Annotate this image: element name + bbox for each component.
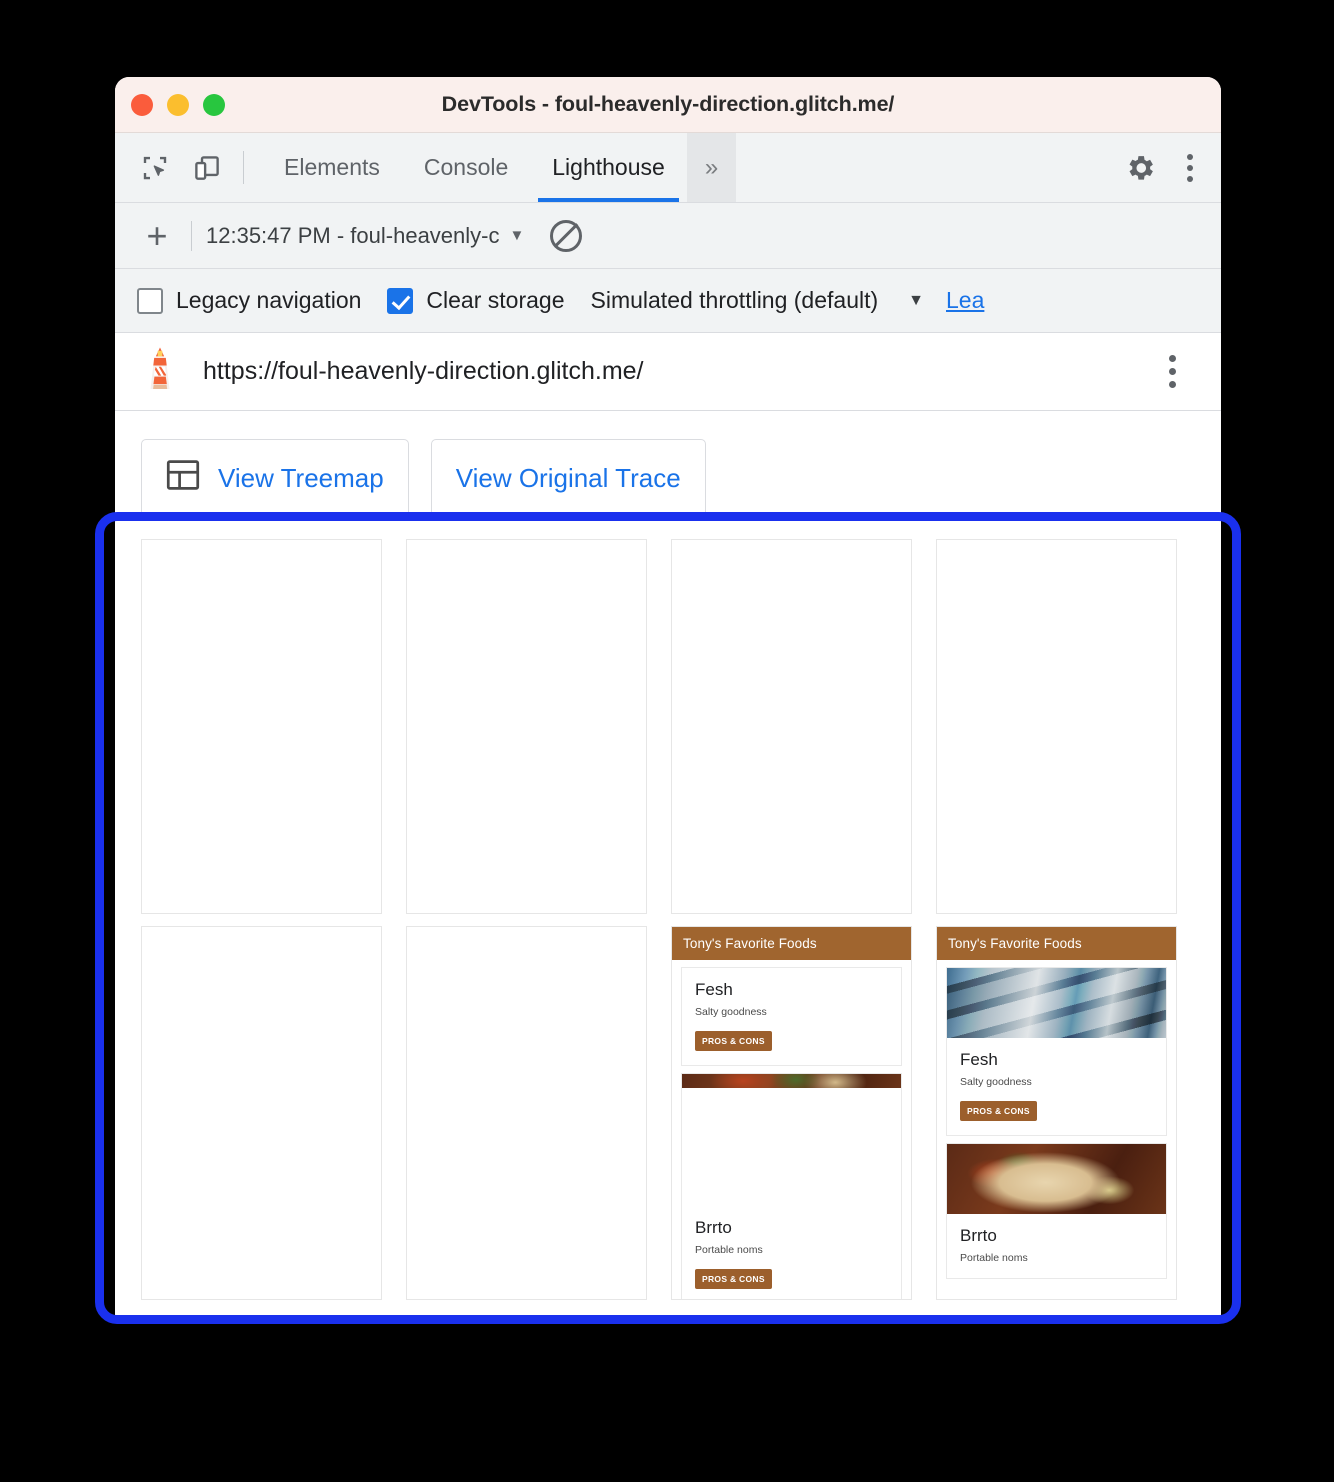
- filmstrip-thumbnail[interactable]: [671, 539, 912, 914]
- legacy-navigation-option[interactable]: Legacy navigation: [137, 287, 361, 314]
- burrito-photo: [947, 1144, 1166, 1214]
- view-original-trace-label: View Original Trace: [455, 462, 681, 493]
- inspect-element-icon[interactable]: [129, 133, 181, 202]
- mini-card: Brrto Portable noms: [946, 1143, 1167, 1279]
- new-report-button[interactable]: +: [137, 217, 177, 254]
- lighthouse-options-row: Legacy navigation Clear storage Simulate…: [115, 269, 1221, 333]
- filmstrip-thumbnail-grid: Tony's Favorite Foods Fesh Salty goodnes…: [115, 517, 1221, 1300]
- kebab-menu-icon[interactable]: [1167, 153, 1213, 182]
- clear-storage-label: Clear storage: [426, 287, 565, 313]
- throttling-label: Simulated throttling (default): [590, 287, 879, 313]
- window-title-bar: DevTools - foul-heavenly-direction.glitc…: [115, 77, 1221, 133]
- mini-card-body: Fesh Salty goodness PROS & CONS: [947, 1038, 1166, 1135]
- devtools-main-toolbar: Elements Console Lighthouse »: [115, 133, 1221, 203]
- report-url: https://foul-heavenly-direction.glitch.m…: [203, 357, 644, 385]
- mini-card-title: Fesh: [960, 1050, 998, 1069]
- mini-page: Tony's Favorite Foods Fesh Salty goodnes…: [937, 927, 1176, 1299]
- maximize-window-button[interactable]: [203, 93, 225, 116]
- filmstrip-thumbnail[interactable]: [141, 539, 382, 914]
- mini-pros-cons-button[interactable]: PROS & CONS: [695, 1031, 772, 1051]
- lighthouse-icon: [139, 345, 181, 398]
- view-treemap-label: View Treemap: [218, 462, 384, 493]
- device-toolbar-icon[interactable]: [181, 133, 233, 202]
- filmstrip-thumbnail-text-only[interactable]: Tony's Favorite Foods Fesh Salty goodnes…: [671, 926, 912, 1300]
- filmstrip-thumbnail[interactable]: [406, 926, 647, 1300]
- mini-pros-cons-button[interactable]: PROS & CONS: [695, 1269, 772, 1289]
- mini-site-header: Tony's Favorite Foods: [672, 927, 911, 960]
- mini-card-image-partial: [682, 1074, 901, 1088]
- clear-storage-option[interactable]: Clear storage: [387, 287, 565, 314]
- filmstrip-thumbnail[interactable]: [141, 926, 382, 1300]
- mini-card-list: Fesh Salty goodness PROS & CONS Brrto Po…: [672, 967, 911, 1299]
- mini-card-title: Brrto: [695, 1218, 732, 1237]
- mini-card-subtitle: Salty goodness: [695, 1006, 767, 1018]
- traffic-light-group: [131, 93, 225, 116]
- toolbar-divider: [243, 151, 244, 184]
- learn-more-link[interactable]: Lea: [946, 287, 984, 314]
- devtools-window: DevTools - foul-heavenly-direction.glitc…: [115, 77, 1221, 1322]
- report-action-buttons: View Treemap View Original Trace: [115, 411, 1221, 517]
- mini-pros-cons-button[interactable]: PROS & CONS: [960, 1101, 1037, 1121]
- legacy-navigation-label: Legacy navigation: [176, 287, 362, 313]
- legacy-navigation-checkbox[interactable]: [137, 287, 163, 314]
- no-entry-icon[interactable]: [550, 219, 583, 252]
- clear-storage-checkbox[interactable]: [387, 287, 414, 314]
- treemap-icon: [166, 459, 200, 497]
- tab-lighthouse[interactable]: Lighthouse: [530, 133, 687, 202]
- filmstrip-thumbnail[interactable]: [406, 539, 647, 914]
- toolbar-right-group: [1092, 133, 1221, 202]
- mini-card-title: Brrto: [960, 1226, 997, 1245]
- tab-elements[interactable]: Elements: [262, 133, 402, 202]
- close-window-button[interactable]: [131, 93, 153, 116]
- filmstrip-thumbnail-loaded[interactable]: Tony's Favorite Foods Fesh Salty goodnes…: [936, 926, 1177, 1300]
- minimize-window-button[interactable]: [167, 93, 189, 116]
- mini-card-body: Fesh Salty goodness PROS & CONS: [682, 968, 901, 1065]
- lighthouse-run-toolbar: + 12:35:47 PM - foul-heavenly-c ▼: [115, 203, 1221, 269]
- mini-card-body: Brrto Portable noms: [947, 1214, 1166, 1278]
- report-selector[interactable]: 12:35:47 PM - foul-heavenly-c ▼: [206, 223, 524, 249]
- report-url-row: https://foul-heavenly-direction.glitch.m…: [115, 333, 1221, 411]
- view-treemap-button[interactable]: View Treemap: [141, 439, 409, 517]
- mini-card-image-placeholder: [682, 1088, 901, 1206]
- mini-page: Tony's Favorite Foods Fesh Salty goodnes…: [672, 927, 911, 1299]
- view-original-trace-button[interactable]: View Original Trace: [430, 439, 706, 517]
- more-tabs-icon[interactable]: »: [686, 133, 737, 202]
- mini-card: Fesh Salty goodness PROS & CONS: [946, 967, 1167, 1136]
- mini-card-body: Brrto Portable noms PROS & CONS: [682, 1206, 901, 1299]
- mini-card: Fesh Salty goodness PROS & CONS: [681, 967, 902, 1066]
- report-selector-label: 12:35:47 PM - foul-heavenly-c: [206, 222, 500, 248]
- report-kebab-menu-icon[interactable]: [1149, 355, 1195, 388]
- throttling-dropdown[interactable]: Simulated throttling (default) ▼: [591, 287, 925, 314]
- mini-card-list: Fesh Salty goodness PROS & CONS Brrto Po…: [937, 967, 1176, 1279]
- window-title: DevTools - foul-heavenly-direction.glitc…: [441, 92, 895, 116]
- mini-site-header: Tony's Favorite Foods: [937, 927, 1176, 960]
- tab-console[interactable]: Console: [402, 133, 530, 202]
- mini-card-subtitle: Salty goodness: [960, 1076, 1032, 1088]
- mini-card: Brrto Portable noms PROS & CONS: [681, 1073, 902, 1299]
- gear-icon[interactable]: [1113, 151, 1167, 185]
- mini-card-subtitle: Portable noms: [960, 1252, 1028, 1264]
- fish-photo: [947, 968, 1166, 1038]
- mini-card-subtitle: Portable noms: [695, 1244, 763, 1256]
- chevron-down-icon: ▼: [509, 227, 525, 244]
- chevron-down-icon: ▼: [908, 291, 924, 309]
- mini-card-title: Fesh: [695, 980, 733, 999]
- panel-tab-list: Elements Console Lighthouse »: [262, 133, 737, 202]
- filmstrip-thumbnail[interactable]: [936, 539, 1177, 914]
- run-toolbar-divider: [191, 220, 192, 251]
